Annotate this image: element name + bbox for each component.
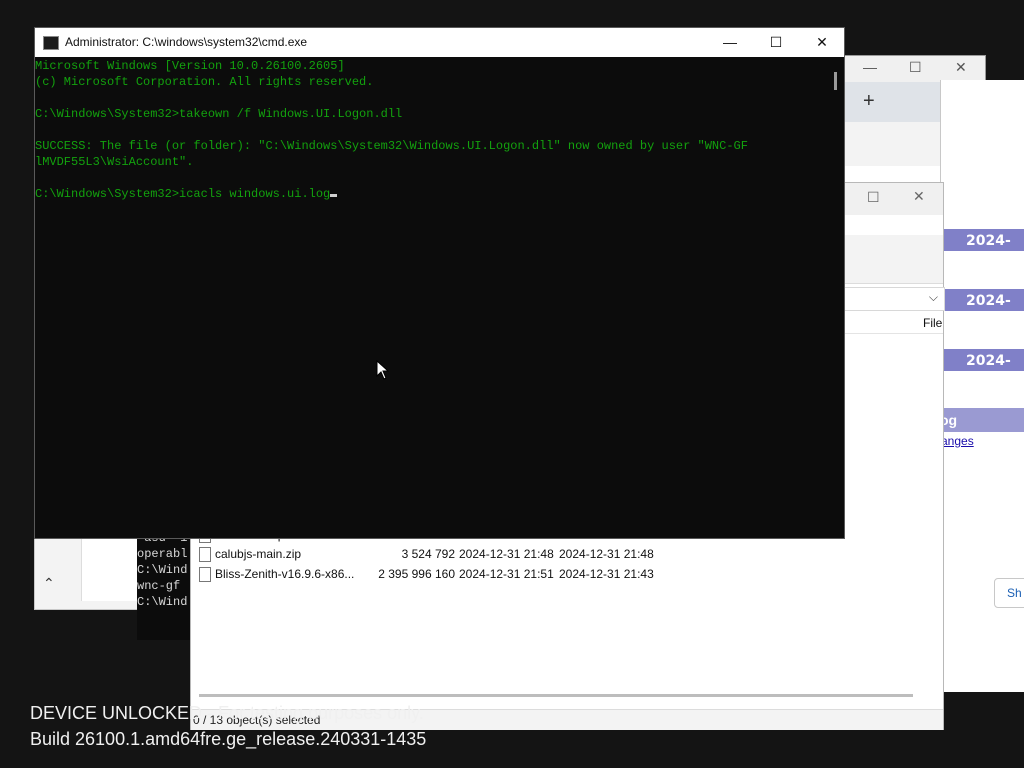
file-modified: 2024-12-31 21:48 bbox=[459, 547, 554, 561]
scroll-up-icon[interactable]: ⌃ bbox=[43, 575, 55, 592]
browser-titlebar: — ☐ ✕ bbox=[839, 56, 985, 82]
file-icon bbox=[199, 547, 211, 562]
console-current-input[interactable]: C:\Windows\System32>icacls windows.ui.lo… bbox=[35, 187, 330, 201]
minimize-button[interactable]: — bbox=[707, 28, 753, 57]
console-input-line[interactable]: C:\Windows\System32>icacls windows.ui.lo… bbox=[35, 186, 827, 202]
file-row[interactable]: Bliss-Zenith-v16.9.6-x86... 2 395 996 16… bbox=[199, 564, 943, 584]
text-cursor bbox=[330, 194, 338, 197]
vertical-scrollbar[interactable] bbox=[828, 58, 844, 536]
file-size: 2 395 996 160 bbox=[378, 567, 455, 581]
version-row: 2024-06 bbox=[944, 349, 1024, 392]
console-output[interactable]: Microsoft Windows [Version 10.0.26100.26… bbox=[35, 58, 827, 536]
watermark-line-2: Build 26100.1.amd64fre.ge_release.240331… bbox=[30, 729, 427, 749]
console-line: lMVDF55L3\WsiAccount". bbox=[35, 155, 194, 169]
watermark-line-1: DEVICE UNLOCKED - For testing purposes o… bbox=[30, 703, 424, 723]
cmd-titlebar[interactable]: Administrator: C:\windows\system32\cmd.e… bbox=[35, 28, 844, 57]
browser-partial-button[interactable]: Sh bbox=[994, 578, 1024, 608]
desktop-watermark: DEVICE UNLOCKED - For testing purposes o… bbox=[30, 700, 426, 752]
maximize-button[interactable]: ☐ bbox=[753, 28, 799, 57]
cmd-title: Administrator: C:\windows\system32\cmd.e… bbox=[65, 35, 308, 49]
new-tab-button[interactable]: + bbox=[863, 90, 875, 113]
minimize-icon[interactable]: — bbox=[863, 59, 877, 75]
scrollbar-thumb[interactable] bbox=[834, 72, 837, 90]
console-line: Microsoft Windows [Version 10.0.26100.26… bbox=[35, 59, 345, 73]
mouse-pointer-icon bbox=[376, 360, 390, 380]
close-button[interactable]: ✕ bbox=[799, 28, 845, 57]
close-icon[interactable]: ✕ bbox=[913, 188, 925, 205]
version-row: 2024-08 bbox=[944, 289, 1024, 332]
background-terminal: "asd" i operabl C:\Wind wnc-gf C:\Wind bbox=[137, 530, 195, 640]
close-icon[interactable]: ✕ bbox=[955, 59, 967, 76]
column-header-file[interactable]: File bbox=[923, 316, 942, 330]
file-icon bbox=[199, 567, 211, 582]
file-size: 3 524 792 bbox=[401, 547, 455, 561]
version-row: 2024-11 bbox=[944, 229, 1024, 272]
background-panel bbox=[81, 531, 142, 601]
cmd-window[interactable]: Administrator: C:\windows\system32\cmd.e… bbox=[34, 27, 845, 539]
file-name: Bliss-Zenith-v16.9.6-x86... bbox=[215, 567, 355, 581]
file-created: 2024-12-31 21:43 bbox=[559, 567, 654, 581]
file-modified: 2024-12-31 21:51 bbox=[459, 567, 554, 581]
console-line: SUCCESS: The file (or folder): "C:\Windo… bbox=[35, 139, 748, 153]
console-line: (c) Microsoft Corporation. All rights re… bbox=[35, 75, 374, 89]
file-created: 2024-12-31 21:48 bbox=[559, 547, 654, 561]
changes-link[interactable]: anges bbox=[941, 434, 974, 448]
file-name: calubjs-main.zip bbox=[215, 547, 302, 561]
horizontal-scrollbar[interactable] bbox=[199, 694, 913, 697]
chevron-down-icon[interactable]: ⌵ bbox=[929, 290, 938, 305]
console-line: C:\Windows\System32>takeown /f Windows.U… bbox=[35, 107, 403, 121]
log-heading: og bbox=[940, 408, 1024, 432]
maximize-icon[interactable]: ☐ bbox=[909, 59, 922, 76]
maximize-icon[interactable]: ☐ bbox=[867, 189, 880, 206]
file-row[interactable]: calubjs-main.zip 3 524 792 2024-12-31 21… bbox=[199, 544, 943, 564]
cmd-app-icon bbox=[43, 36, 59, 50]
